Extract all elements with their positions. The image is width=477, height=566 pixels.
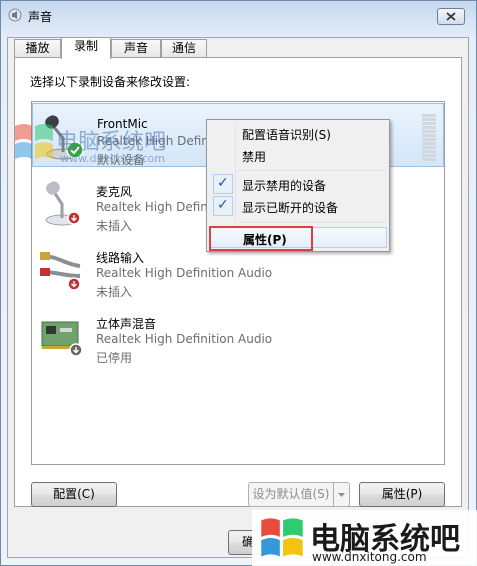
tab-communications[interactable]: 通信 (161, 39, 207, 57)
menu-item-label: 显示已断开的设备 (242, 201, 339, 215)
device-driver: Realtek High Definition Audio (96, 266, 273, 280)
speaker-icon (8, 8, 22, 22)
highlight-box (209, 226, 313, 251)
tab-sounds[interactable]: 声音 (111, 39, 161, 57)
menu-item-configure-speech[interactable]: 配置语音识别(S) (209, 123, 387, 144)
device-name: 立体声混音 (96, 317, 157, 331)
windows-logo (15, 124, 53, 159)
device-status: 未插入 (96, 219, 133, 233)
close-icon (446, 12, 456, 21)
tab-label: 声音 (123, 41, 148, 55)
menu-item-label: 配置语音识别(S) (242, 128, 331, 142)
device-status: 已停用 (96, 351, 133, 365)
watermark-bottom: 电脑系统吧 www.dnxitong.com (252, 510, 477, 566)
watermark-url: www.dnxitong.com (60, 152, 165, 165)
checkmark-icon: ✓ (213, 174, 233, 194)
device-name: 麦克风 (96, 185, 133, 199)
sound-card-icon (41, 321, 83, 357)
title-bar[interactable]: 声音 (1, 1, 476, 29)
menu-item-disable[interactable]: 禁用 (209, 145, 387, 166)
menu-item-show-disconnected[interactable]: ✓ 显示已断开的设备 (209, 196, 387, 217)
tab-playback[interactable]: 播放 (14, 39, 61, 57)
menu-item-show-disabled[interactable]: ✓ 显示禁用的设备 (209, 174, 387, 195)
device-name: 线路输入 (96, 251, 145, 265)
tab-label: 录制 (73, 39, 98, 53)
menu-item-label: 禁用 (242, 150, 267, 164)
watermark-url: www.dnxitong.com (312, 550, 427, 564)
window-title: 声音 (28, 10, 53, 24)
properties-button[interactable]: 属性(P) (359, 482, 445, 507)
list-item-stereo-mix[interactable]: 立体声混音 Realtek High Definition Audio 已停用 (32, 302, 444, 366)
close-button[interactable] (437, 8, 465, 25)
rca-cable-icon (40, 252, 81, 291)
tab-recording[interactable]: 录制 (61, 37, 111, 59)
microphone-icon (45, 181, 81, 226)
tab-label: 通信 (171, 41, 196, 55)
instruction-text: 选择以下录制设备来修改设置: (30, 75, 191, 89)
device-status: 未插入 (96, 285, 133, 299)
windows-logo (261, 518, 303, 557)
menu-item-label: 显示禁用的设备 (242, 179, 327, 193)
level-meter (422, 114, 436, 162)
checkmark-icon: ✓ (213, 196, 233, 216)
set-default-button[interactable]: 设为默认值(S) (248, 482, 334, 507)
tab-label: 播放 (25, 41, 50, 55)
device-driver: Realtek High Definition Audio (96, 332, 273, 346)
watermark-faint: 电脑系统吧 www.dnxitong.com (12, 118, 202, 170)
configure-button[interactable]: 配置(C) (31, 482, 117, 507)
chevron-down-icon (338, 493, 345, 497)
set-default-dropdown[interactable] (333, 482, 350, 507)
